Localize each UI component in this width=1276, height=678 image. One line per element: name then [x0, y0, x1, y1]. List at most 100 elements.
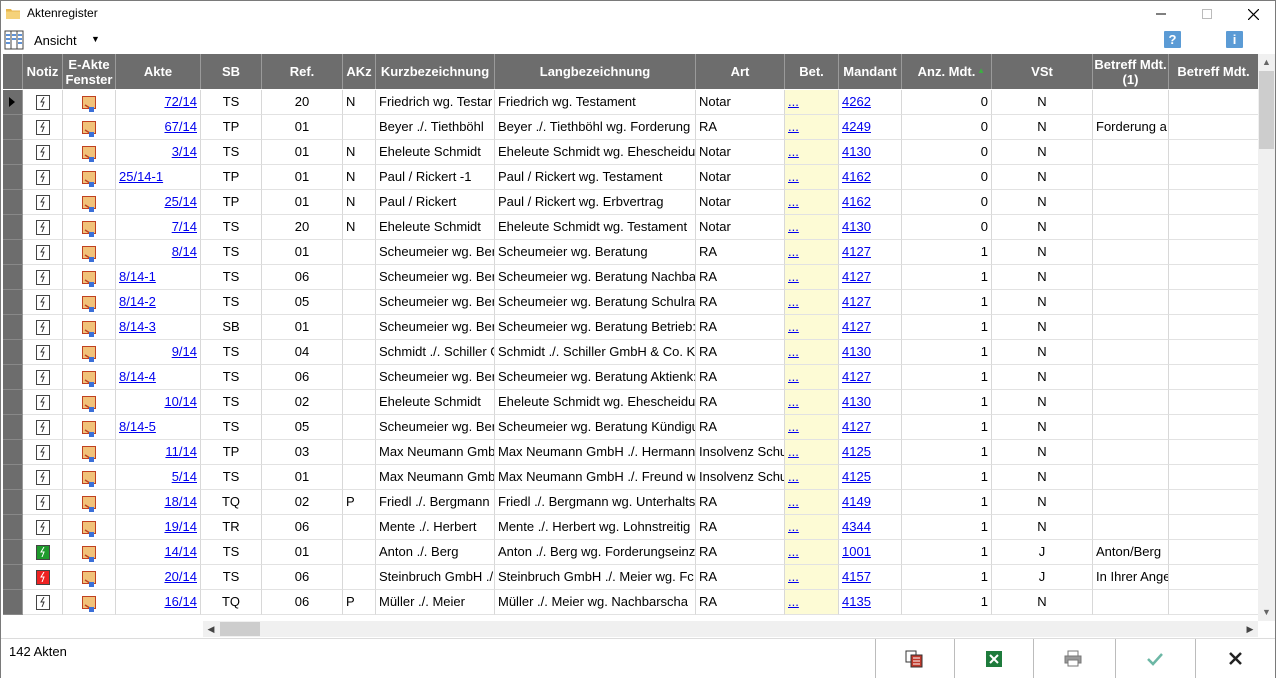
e-akte-window-icon[interactable] — [82, 370, 96, 387]
beteiligte-link[interactable]: ... — [788, 469, 799, 484]
cell-efenster[interactable] — [63, 540, 116, 565]
mandant-link[interactable]: 4149 — [842, 494, 871, 509]
cell-bet[interactable]: ... — [785, 165, 839, 190]
cell-notiz[interactable] — [23, 590, 63, 615]
row-selector[interactable] — [3, 215, 23, 240]
akte-link[interactable]: 8/14-1 — [119, 269, 156, 284]
cell-akte[interactable]: 10/14 — [116, 390, 201, 415]
cell-mandant[interactable]: 4135 — [839, 590, 902, 615]
mandant-link[interactable]: 4127 — [842, 269, 871, 284]
e-akte-window-icon[interactable] — [82, 270, 96, 287]
mandant-link[interactable]: 4127 — [842, 294, 871, 309]
cell-efenster[interactable] — [63, 390, 116, 415]
cancel-button[interactable] — [1195, 639, 1274, 678]
cell-bet[interactable]: ... — [785, 240, 839, 265]
table-row[interactable]: 20/14 TS 06 Steinbruch GmbH ./Steinbruch Gm… — [3, 565, 1258, 590]
beteiligte-link[interactable]: ... — [788, 119, 799, 134]
column-header-efenster[interactable]: E-Akte Fenster — [63, 54, 116, 89]
cell-notiz[interactable] — [23, 140, 63, 165]
cell-notiz[interactable] — [23, 240, 63, 265]
mandant-link[interactable]: 4125 — [842, 469, 871, 484]
akte-link[interactable]: 8/14-4 — [119, 369, 156, 384]
scroll-down-icon[interactable]: ▼ — [1258, 604, 1275, 621]
cell-mandant[interactable]: 4127 — [839, 290, 902, 315]
scroll-right-icon[interactable]: ▶ — [1242, 621, 1258, 637]
copy-button[interactable] — [875, 639, 954, 678]
e-akte-window-icon[interactable] — [82, 570, 96, 587]
column-header-betreffm[interactable]: Betreff Mdt. — [1169, 54, 1258, 89]
note-icon[interactable] — [35, 569, 50, 585]
cell-notiz[interactable] — [23, 515, 63, 540]
help-icon[interactable]: ? — [1164, 31, 1181, 48]
akte-link[interactable]: 72/14 — [164, 94, 197, 109]
scroll-up-icon[interactable]: ▲ — [1258, 54, 1275, 71]
akte-link[interactable]: 8/14-3 — [119, 319, 156, 334]
row-selector[interactable] — [3, 315, 23, 340]
beteiligte-link[interactable]: ... — [788, 294, 799, 309]
e-akte-window-icon[interactable] — [82, 170, 96, 187]
note-icon[interactable] — [35, 419, 50, 435]
mandant-link[interactable]: 4125 — [842, 444, 871, 459]
beteiligte-link[interactable]: ... — [788, 519, 799, 534]
column-header-lang[interactable]: Langbezeichnung — [495, 54, 696, 89]
mandant-link[interactable]: 4344 — [842, 519, 871, 534]
view-dropdown-arrow-icon[interactable]: ▼ — [91, 34, 100, 44]
cell-mandant[interactable]: 4130 — [839, 140, 902, 165]
mandant-link[interactable]: 1001 — [842, 544, 871, 559]
cell-notiz[interactable] — [23, 90, 63, 115]
column-header-kurz[interactable]: Kurzbezeichnung — [376, 54, 495, 89]
cell-efenster[interactable] — [63, 465, 116, 490]
e-akte-window-icon[interactable] — [82, 520, 96, 537]
row-selector[interactable] — [3, 415, 23, 440]
e-akte-window-icon[interactable] — [82, 420, 96, 437]
note-icon[interactable] — [35, 519, 50, 535]
cell-akte[interactable]: 72/14 — [116, 90, 201, 115]
cell-mandant[interactable]: 4262 — [839, 90, 902, 115]
mandant-link[interactable]: 4157 — [842, 569, 871, 584]
scroll-left-icon[interactable]: ◀ — [203, 621, 219, 637]
akte-link[interactable]: 7/14 — [172, 219, 197, 234]
row-selector[interactable] — [3, 540, 23, 565]
cell-efenster[interactable] — [63, 490, 116, 515]
row-selector[interactable] — [3, 265, 23, 290]
mandant-link[interactable]: 4130 — [842, 394, 871, 409]
e-akte-window-icon[interactable] — [82, 145, 96, 162]
akte-link[interactable]: 10/14 — [164, 394, 197, 409]
column-header-art[interactable]: Art — [696, 54, 785, 89]
akte-link[interactable]: 20/14 — [164, 569, 197, 584]
cell-akte[interactable]: 9/14 — [116, 340, 201, 365]
mandant-link[interactable]: 4135 — [842, 594, 871, 609]
akte-link[interactable]: 67/14 — [164, 119, 197, 134]
table-row[interactable]: 8/14 TS 01 Scheumeier wg. Ber Scheumeier wg.… — [3, 240, 1258, 265]
row-selector[interactable] — [3, 90, 23, 115]
beteiligte-link[interactable]: ... — [788, 369, 799, 384]
cell-efenster[interactable] — [63, 215, 116, 240]
cell-efenster[interactable] — [63, 265, 116, 290]
note-icon[interactable] — [35, 319, 50, 335]
cell-mandant[interactable]: 4130 — [839, 215, 902, 240]
akte-link[interactable]: 19/14 — [164, 519, 197, 534]
column-header-betreff1[interactable]: Betreff Mdt. (1) — [1093, 54, 1169, 89]
note-icon[interactable] — [35, 119, 50, 135]
cell-efenster[interactable] — [63, 340, 116, 365]
note-icon[interactable] — [35, 94, 50, 110]
cell-efenster[interactable] — [63, 165, 116, 190]
cell-notiz[interactable] — [23, 190, 63, 215]
cell-mandant[interactable]: 4130 — [839, 340, 902, 365]
row-selector[interactable] — [3, 115, 23, 140]
table-row[interactable]: 9/14 TS 04 Schmidt ./. Schiller G Schmidt ./… — [3, 340, 1258, 365]
akte-link[interactable]: 18/14 — [164, 494, 197, 509]
cell-akte[interactable]: 19/14 — [116, 515, 201, 540]
e-akte-window-icon[interactable] — [82, 95, 96, 112]
column-header-notiz[interactable]: Notiz — [23, 54, 63, 89]
cell-efenster[interactable] — [63, 90, 116, 115]
akte-link[interactable]: 8/14-2 — [119, 294, 156, 309]
cell-notiz[interactable] — [23, 390, 63, 415]
beteiligte-link[interactable]: ... — [788, 94, 799, 109]
row-selector[interactable] — [3, 340, 23, 365]
column-header-bet[interactable]: Bet. — [785, 54, 839, 89]
cell-notiz[interactable] — [23, 440, 63, 465]
akte-link[interactable]: 25/14-1 — [119, 169, 163, 184]
cell-bet[interactable]: ... — [785, 190, 839, 215]
cell-bet[interactable]: ... — [785, 440, 839, 465]
